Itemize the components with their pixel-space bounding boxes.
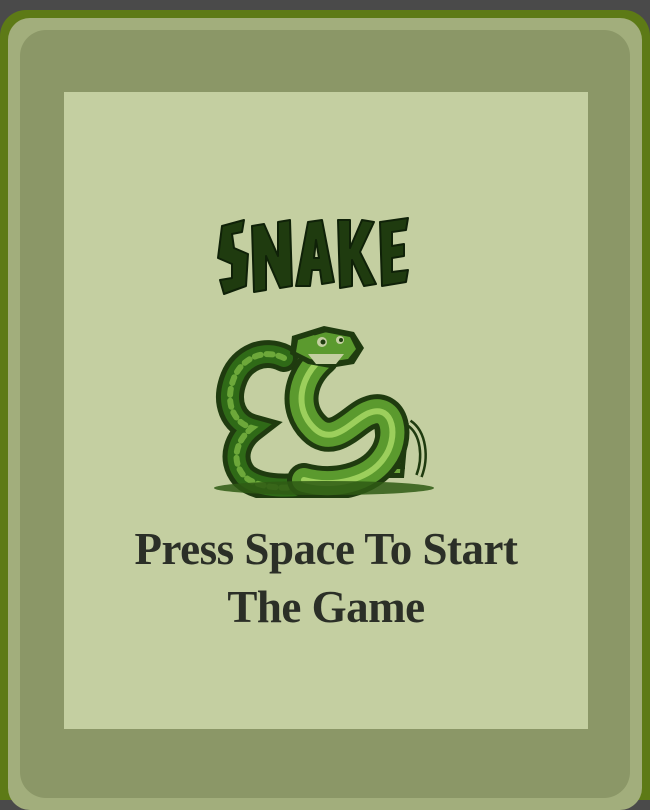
prompt-line-1: Press Space To Start [134, 524, 518, 574]
start-prompt: Press Space To Start The Game [64, 520, 588, 636]
game-console: Press Space To Start The Game [0, 10, 650, 810]
game-screen[interactable]: Press Space To Start The Game [64, 92, 588, 729]
prompt-line-2: The Game [227, 582, 425, 632]
snake-mascot-icon [214, 217, 434, 498]
